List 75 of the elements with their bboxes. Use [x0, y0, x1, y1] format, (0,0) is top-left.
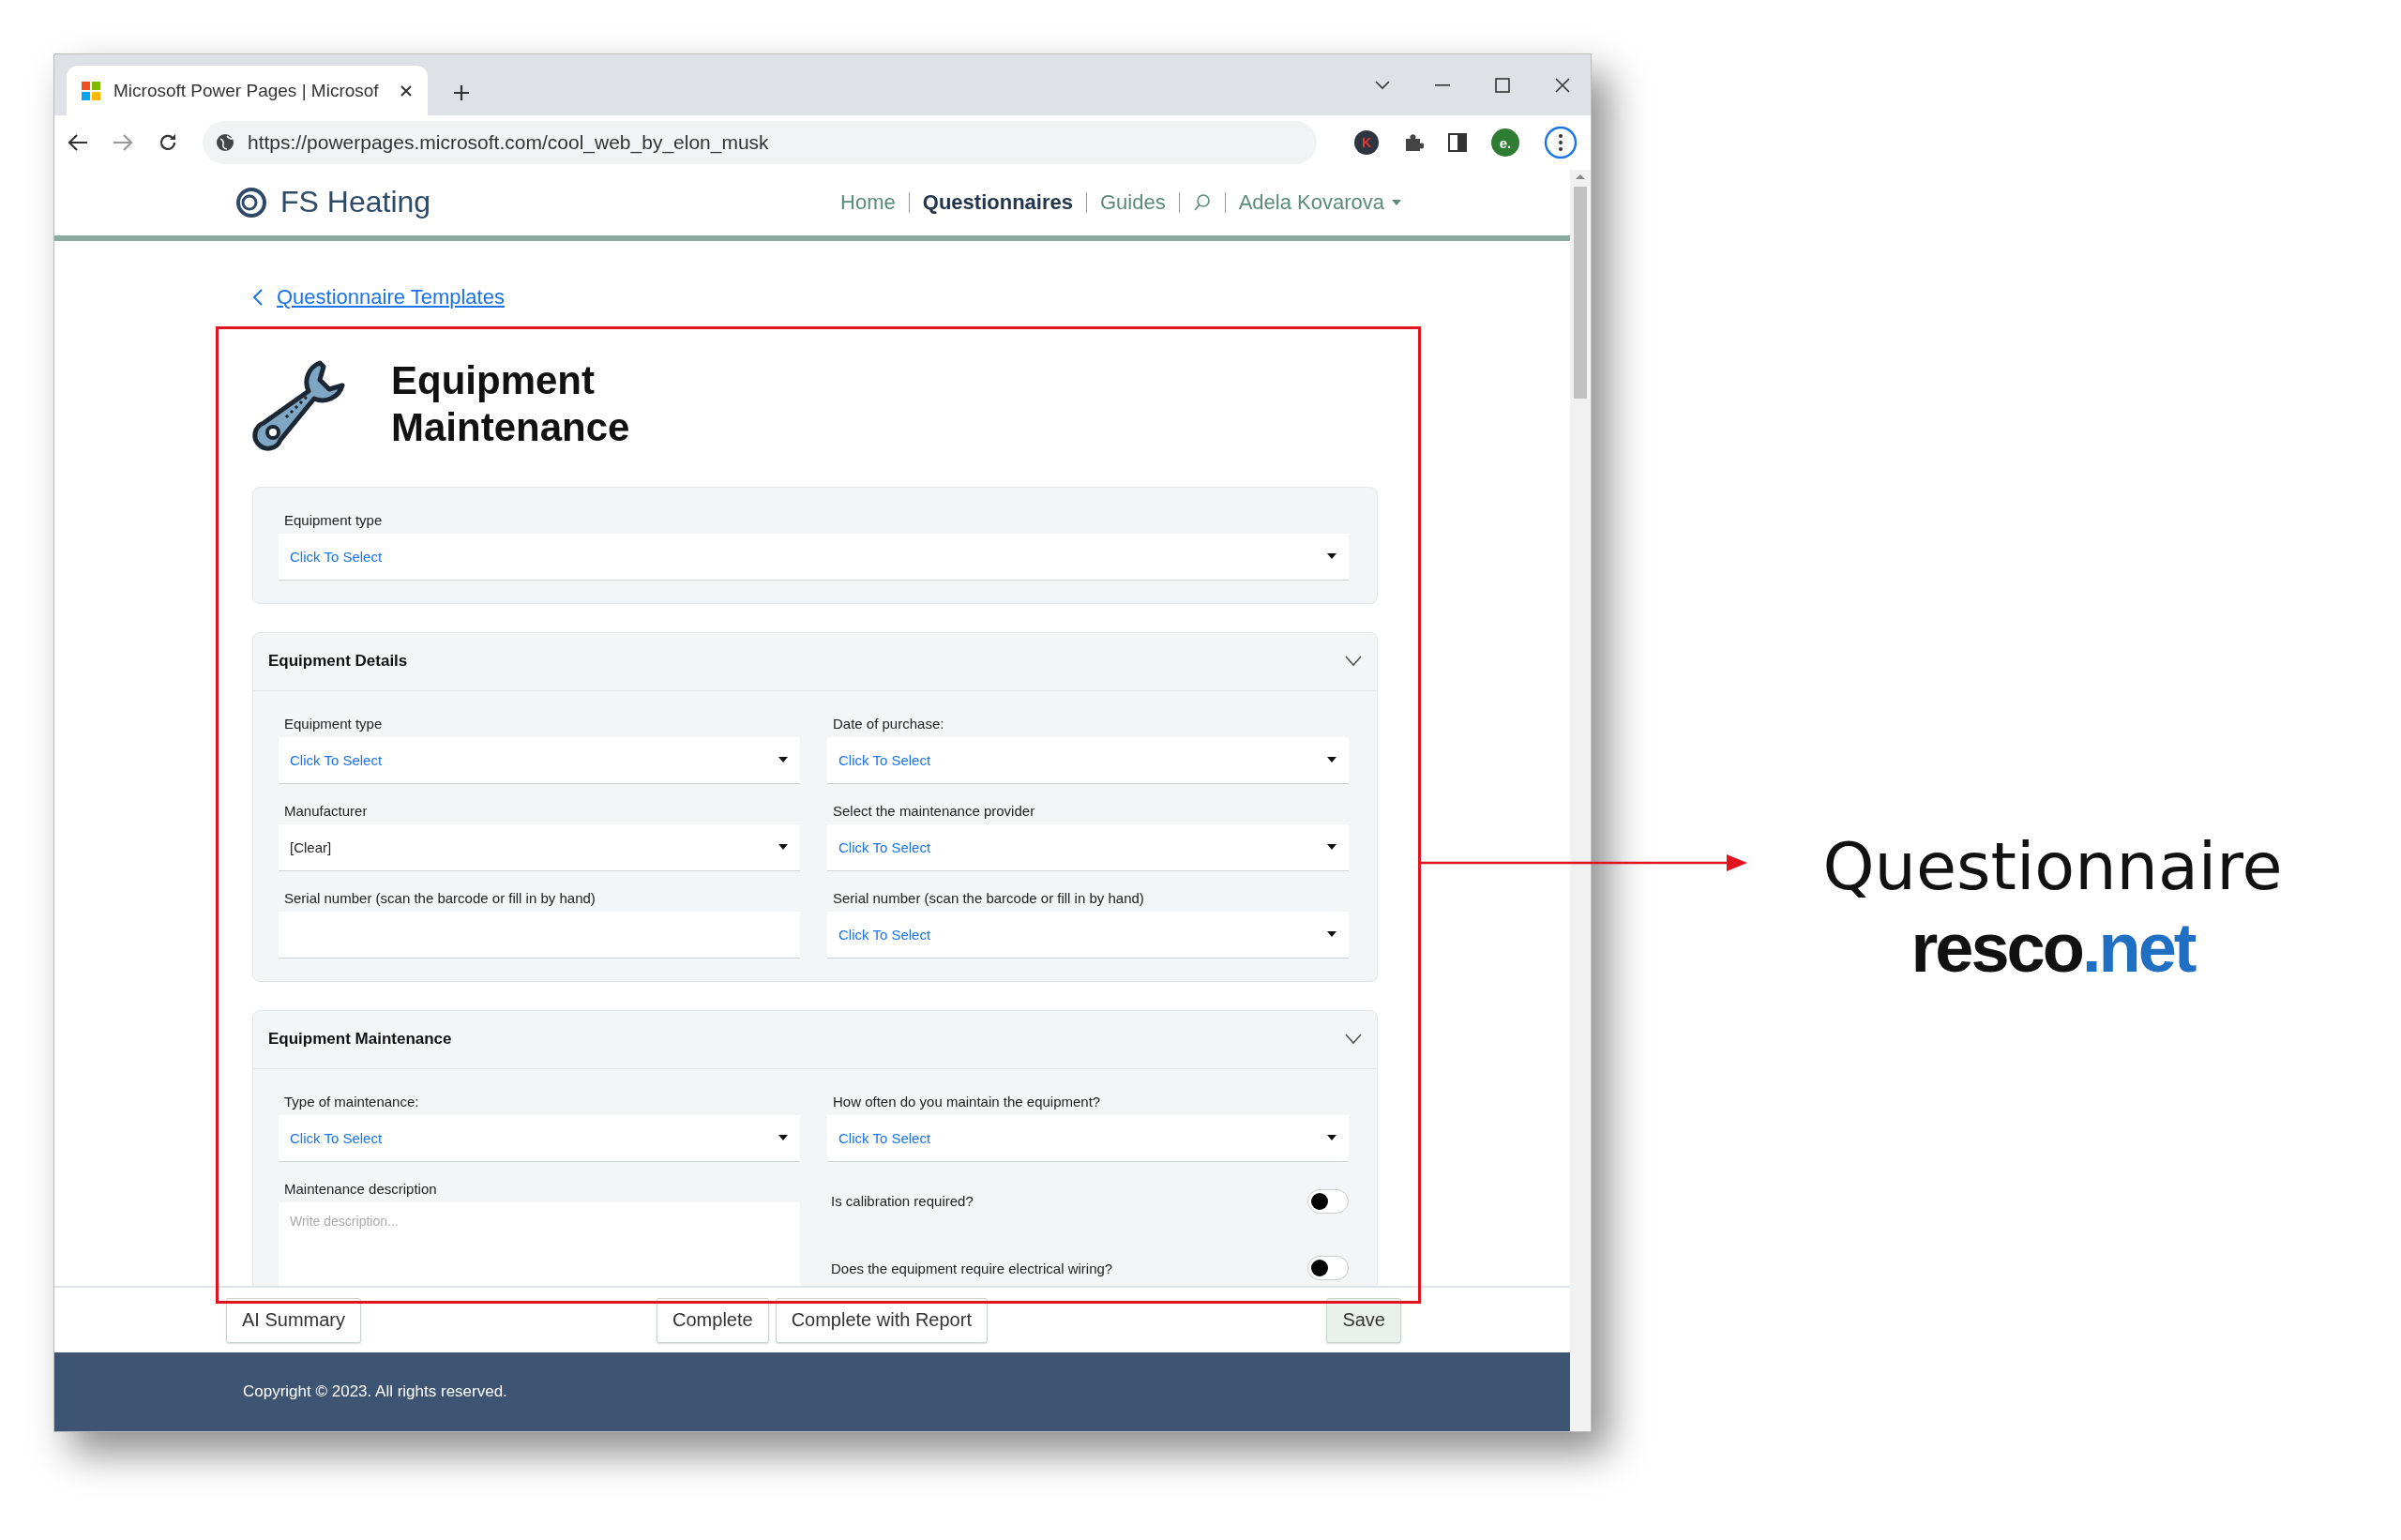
action-button[interactable]: AI Summary [226, 1297, 362, 1343]
close-tab-icon[interactable] [400, 83, 413, 98]
extension-icon[interactable]: K [1354, 130, 1379, 155]
reload-icon[interactable] [158, 132, 178, 153]
section-title: Equipment Details [268, 652, 408, 672]
annotation-label: Questionnaire [1822, 827, 2283, 906]
dropdown-caret-icon [778, 1134, 789, 1142]
chevron-icon[interactable] [1345, 1034, 1362, 1046]
dropdown-caret-icon[interactable] [1392, 199, 1401, 205]
select-field[interactable]: Click To Select [279, 1114, 800, 1162]
dropdown-caret-icon [778, 756, 789, 764]
scrollbar-thumb[interactable] [1574, 187, 1587, 399]
dropdown-caret-icon [1326, 930, 1337, 939]
select-field[interactable]: Click To Select [279, 736, 800, 784]
forward-icon[interactable] [113, 133, 133, 152]
nav-link[interactable]: Guides [1099, 189, 1166, 215]
dropdown-caret-icon [1326, 1134, 1337, 1142]
action-button[interactable]: Complete with Report [775, 1297, 988, 1343]
action-button[interactable]: Save [1326, 1297, 1401, 1343]
field-label: Equipment type [283, 715, 384, 732]
tab-search-icon[interactable] [1375, 80, 1390, 90]
toggle-switch[interactable] [1307, 1256, 1349, 1281]
field-label: Maintenance description [283, 1180, 438, 1197]
maximize-icon[interactable] [1495, 77, 1510, 93]
input-field[interactable] [279, 911, 800, 959]
dropdown-caret-icon [1326, 756, 1337, 764]
back-icon[interactable] [68, 133, 88, 152]
dropdown-caret-icon [778, 843, 789, 852]
description-field[interactable]: Write description... [279, 1201, 800, 1287]
action-button[interactable]: Complete [657, 1297, 769, 1343]
field-label: Type of maintenance: [283, 1093, 420, 1110]
search-icon[interactable] [1192, 192, 1212, 212]
select-field[interactable]: Click To Select [827, 1114, 1349, 1162]
toggle-switch[interactable] [1307, 1188, 1349, 1214]
field-label: Select the maintenance provider [832, 802, 1036, 819]
puzzle-icon[interactable] [1403, 132, 1424, 153]
browser-tab[interactable]: Microsoft Power Pages | Microsof [67, 66, 428, 115]
nav-link[interactable]: Home [840, 189, 896, 215]
nav-link[interactable]: Questionnaires [922, 189, 1073, 215]
field-label: How often do you maintain the equipment? [832, 1093, 1102, 1110]
field-label: Serial number (scan the barcode or fill in by hand) [832, 889, 1145, 906]
field-label: Equipment type [283, 511, 384, 528]
close-icon[interactable] [1555, 77, 1570, 93]
menu-icon[interactable] [1544, 126, 1578, 159]
address-bar[interactable]: https://powerpages.microsoft.com/cool_web_by_elon_musk [203, 121, 1317, 164]
section-title: Equipment Maintenance [268, 1030, 452, 1049]
select-field[interactable]: Click To Select [827, 823, 1349, 871]
user-menu[interactable]: Adela Kovarova [1238, 189, 1384, 215]
field-label: Manufacturer [283, 802, 369, 819]
new-tab-icon[interactable] [452, 83, 471, 102]
copyright-text: Copyright © 2023. All rights reserved. [243, 1382, 507, 1402]
dropdown-caret-icon [1326, 552, 1337, 561]
brand-logo: resco.net [1910, 908, 2195, 989]
tab-title: Microsoft Power Pages | Microsof [113, 80, 380, 101]
chevron-icon[interactable] [1345, 656, 1362, 668]
select-field[interactable]: Click To Select [827, 736, 1349, 784]
back-chevron-icon [252, 287, 264, 307]
sidebar-icon[interactable] [1448, 133, 1467, 152]
dropdown-caret-icon [1326, 843, 1337, 852]
globe-icon [216, 133, 234, 152]
back-link[interactable]: Questionnaire Templates [277, 284, 505, 310]
field-label: Does the equipment require electrical wiring? [830, 1260, 1113, 1276]
select-field[interactable]: [Clear] [279, 823, 800, 871]
field-label: Date of purchase: [832, 715, 945, 732]
page-title: Equipment Maintenance [391, 356, 631, 451]
select-field[interactable]: Click To Select [279, 533, 1349, 581]
field-label: Is calibration required? [830, 1193, 974, 1210]
minimize-icon[interactable] [1435, 83, 1450, 86]
ring-logo-icon [235, 186, 267, 219]
select-field[interactable]: Click To Select [827, 911, 1349, 959]
field-label: Serial number (scan the barcode or fill in by hand) [283, 889, 596, 906]
scroll-up-arrow-icon[interactable] [1576, 174, 1585, 179]
brand-name: FS Heating [280, 185, 431, 220]
profile-avatar[interactable]: e. [1491, 128, 1519, 157]
windows-logo-icon [82, 81, 100, 100]
